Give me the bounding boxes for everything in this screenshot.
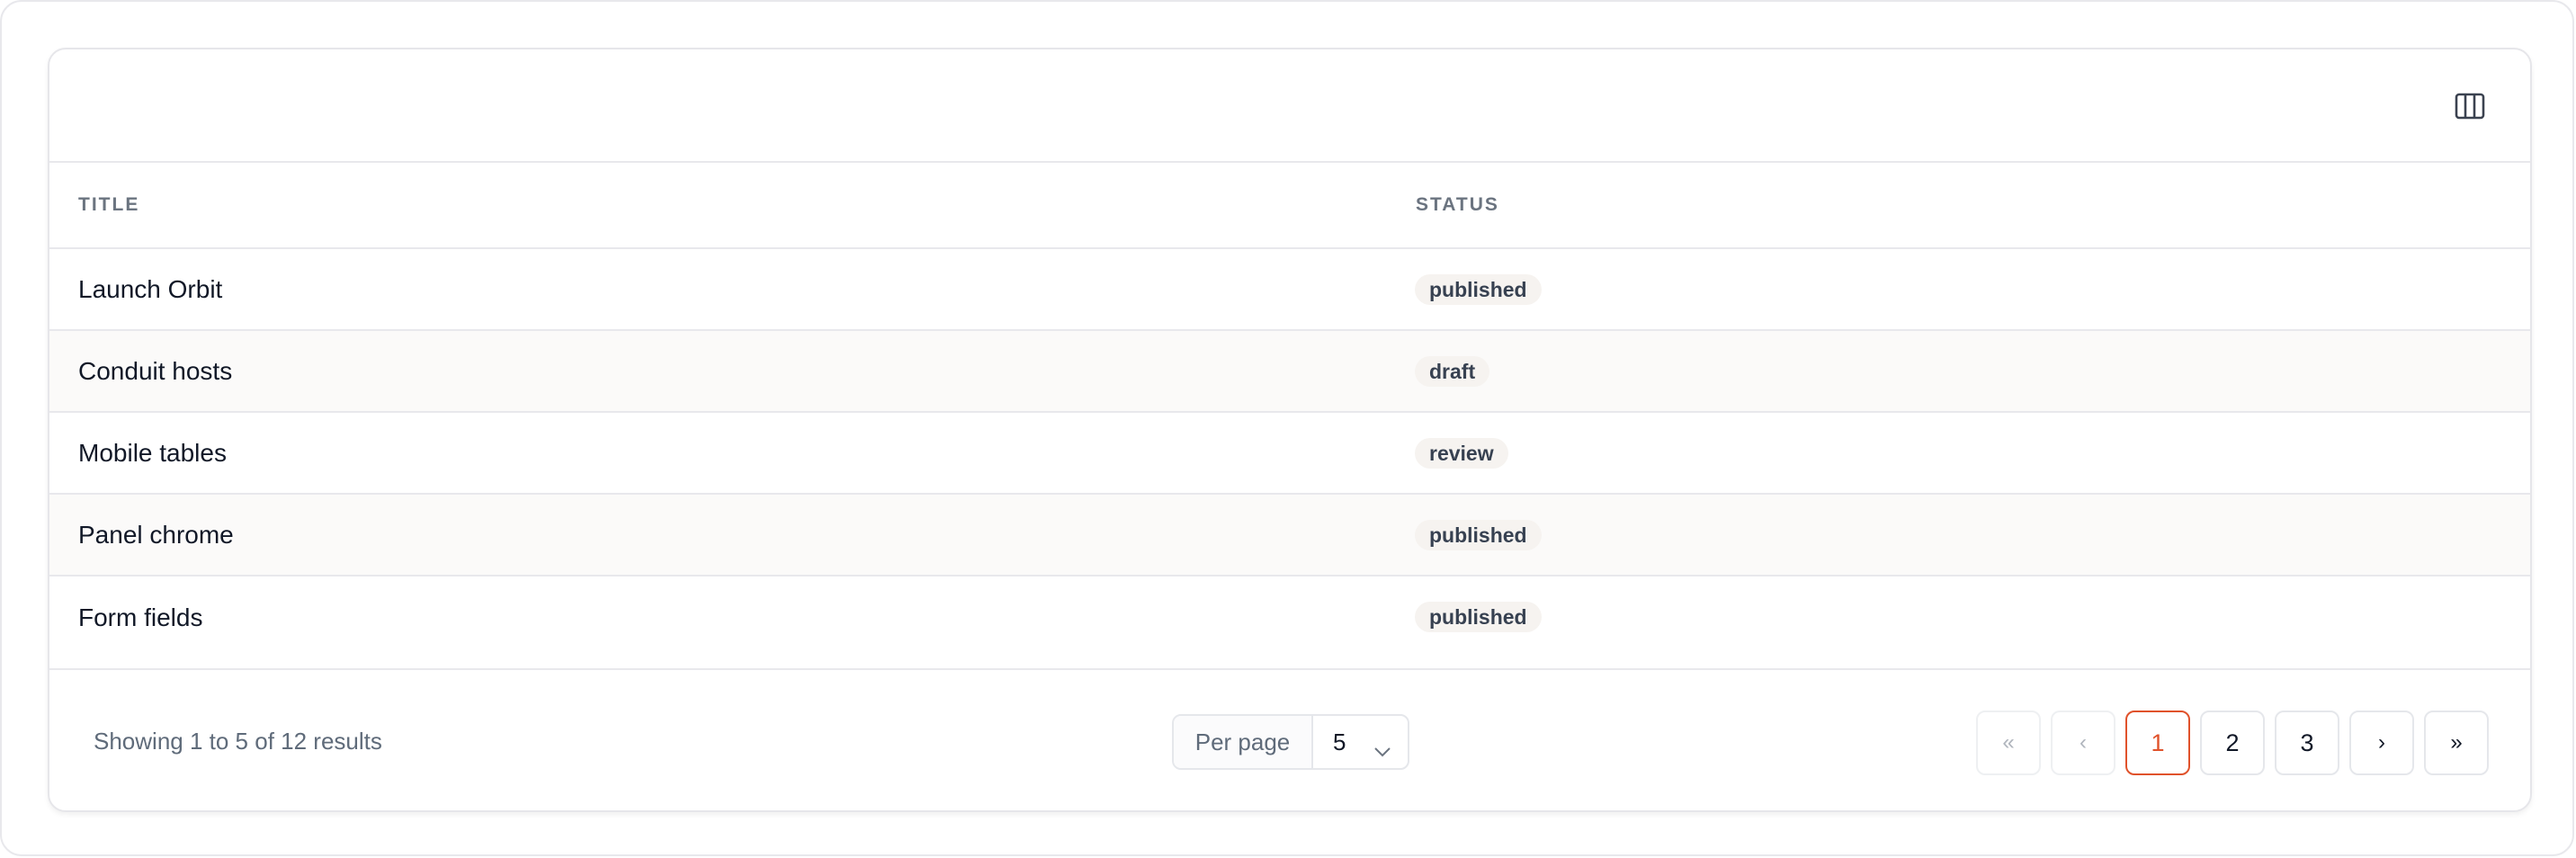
pagination: « ‹ 1 2 3 › »	[1976, 711, 2489, 775]
page-2-button[interactable]: 2	[2200, 711, 2265, 775]
per-page-label: Per page	[1174, 716, 1313, 768]
row-title: Form fields	[78, 603, 203, 631]
table-row[interactable]: Launch Orbit published	[49, 249, 2530, 331]
column-header-title[interactable]: Title	[78, 163, 139, 247]
per-page-control: Per page 5	[1172, 714, 1409, 770]
next-page-button[interactable]: ›	[2349, 711, 2414, 775]
table-row[interactable]: Conduit hosts draft	[49, 331, 2530, 413]
table-row[interactable]: Form fields published	[49, 576, 2530, 670]
first-page-button[interactable]: «	[1976, 711, 2041, 775]
prev-page-button[interactable]: ‹	[2051, 711, 2115, 775]
page-frame: Title Status Launch Orbit published Cond…	[0, 0, 2574, 856]
table-card: Title Status Launch Orbit published Cond…	[48, 48, 2532, 812]
per-page-value: 5	[1333, 728, 1346, 755]
table-toolbar	[49, 49, 2530, 163]
table-header: Title Status	[49, 163, 2530, 249]
status-badge: review	[1415, 438, 1508, 469]
status-badge: published	[1415, 274, 1542, 305]
column-header-status[interactable]: Status	[1416, 163, 1499, 247]
status-badge: draft	[1415, 356, 1490, 387]
status-badge: published	[1415, 602, 1542, 632]
columns-icon[interactable]	[2455, 93, 2485, 120]
results-summary: Showing 1 to 5 of 12 results	[94, 727, 382, 755]
status-badge: published	[1415, 520, 1542, 550]
page-1-button[interactable]: 1	[2125, 711, 2190, 775]
row-title: Launch Orbit	[78, 274, 223, 303]
table-row[interactable]: Panel chrome published	[49, 495, 2530, 576]
table-row[interactable]: Mobile tables review	[49, 413, 2530, 495]
page-3-button[interactable]: 3	[2275, 711, 2339, 775]
last-page-button[interactable]: »	[2424, 711, 2489, 775]
row-title: Mobile tables	[78, 438, 227, 467]
chevron-down-icon	[1373, 736, 1391, 764]
per-page-select[interactable]: 5	[1313, 716, 1408, 768]
table-footer: Showing 1 to 5 of 12 results Per page 5 …	[49, 670, 2530, 810]
row-title: Conduit hosts	[78, 356, 233, 385]
row-title: Panel chrome	[78, 520, 234, 549]
